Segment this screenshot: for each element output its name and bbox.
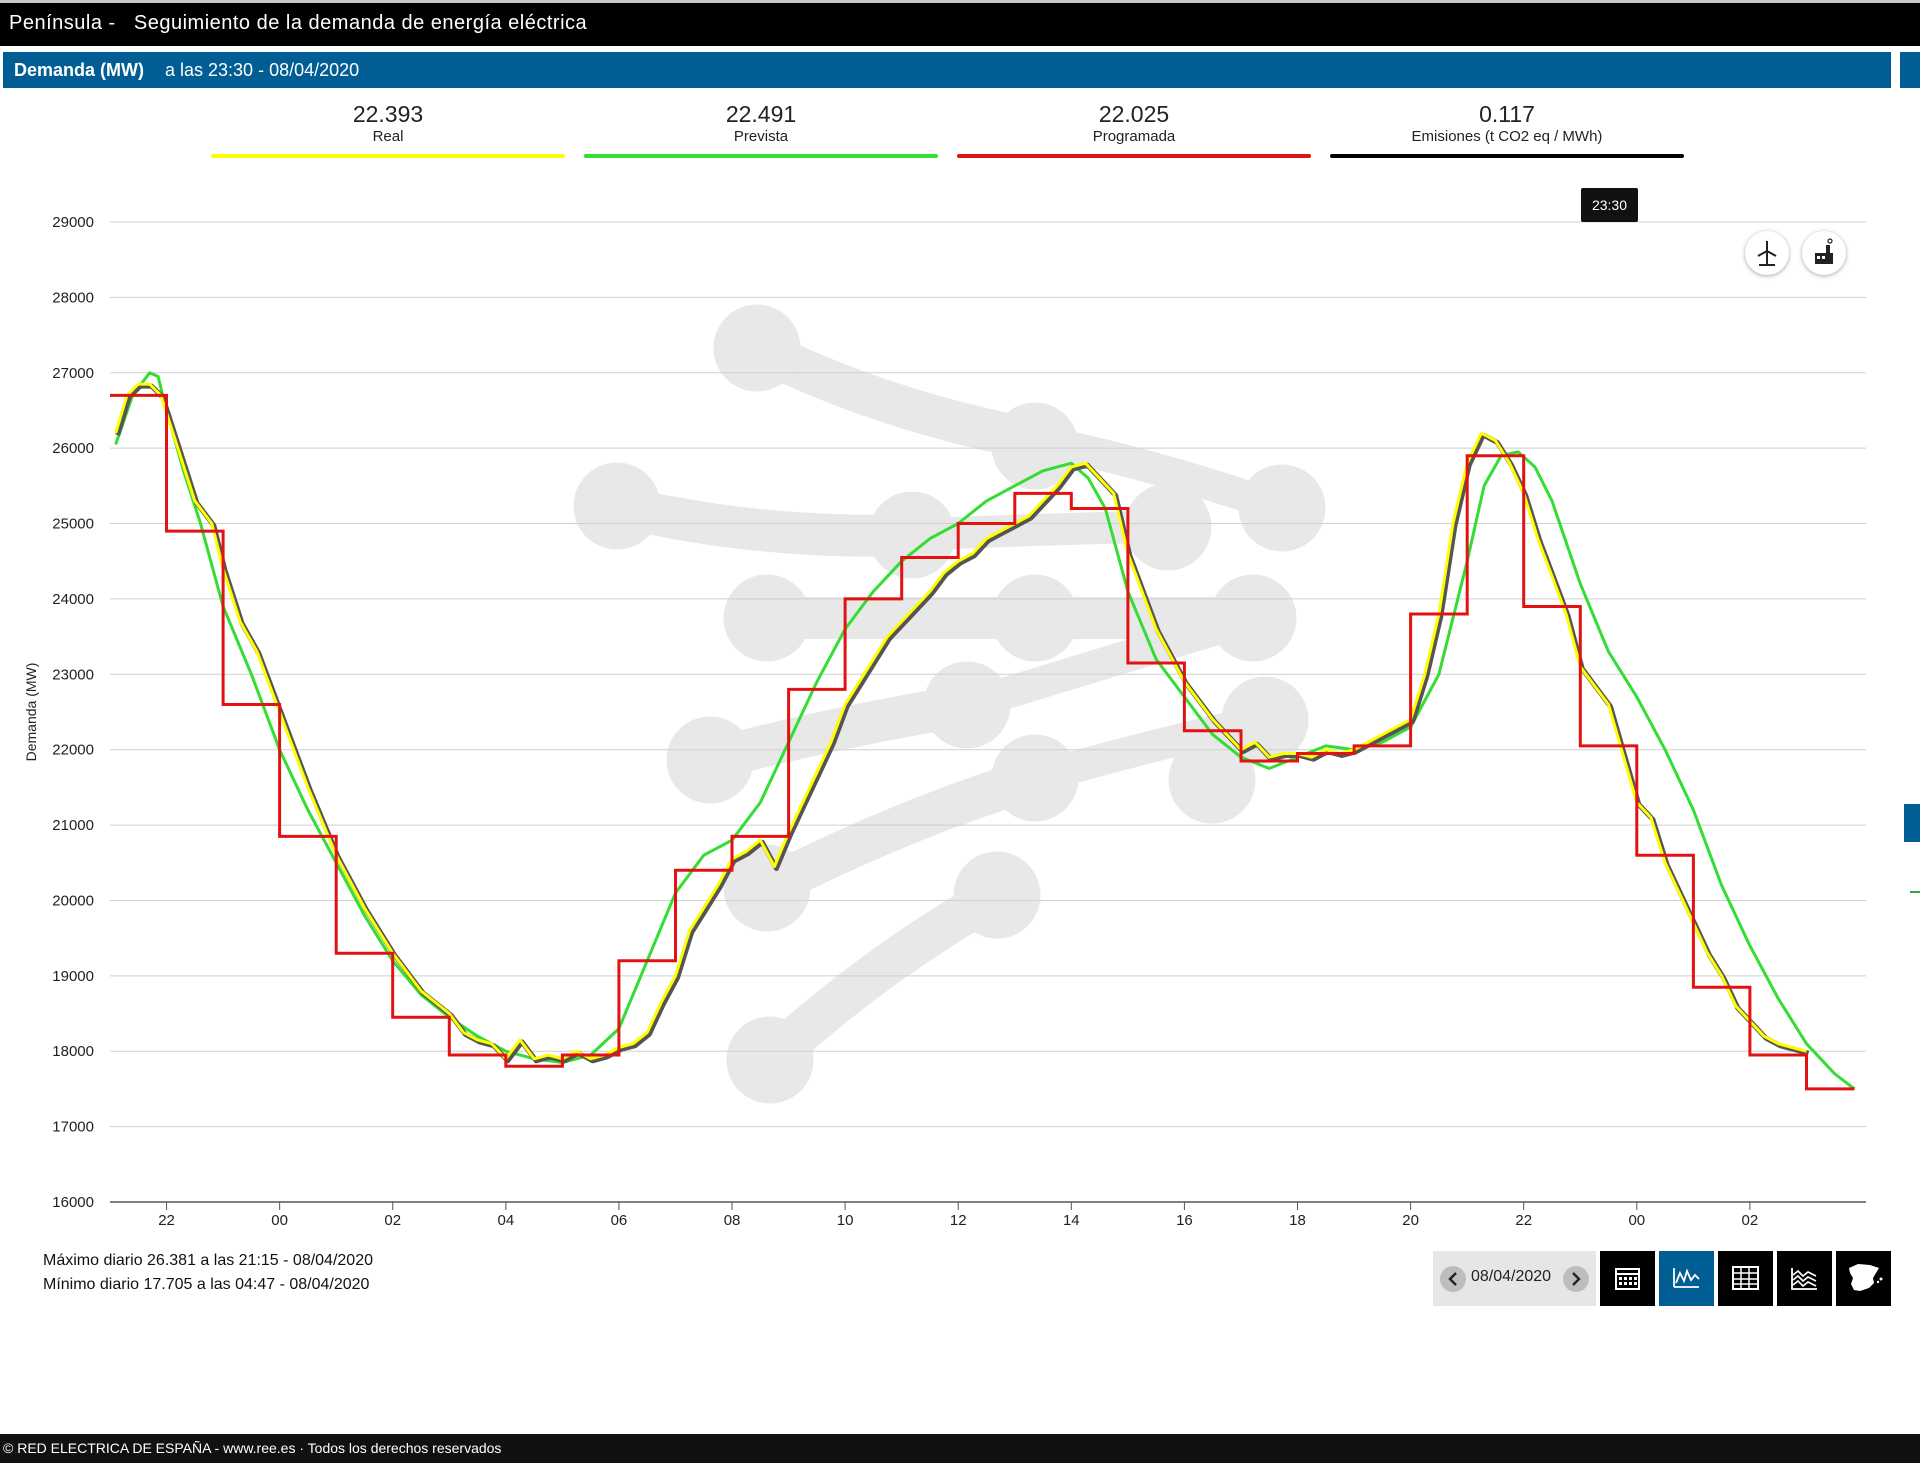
footer-copyright: © RED ELECTRICA DE ESPAÑA - www.ree.es ·… — [3, 1440, 502, 1456]
daily-min: Mínimo diario 17.705 a las 04:47 - 08/04… — [43, 1276, 370, 1293]
x-tick-label: 02 — [384, 1212, 401, 1229]
side-panel-tab[interactable] — [1904, 804, 1920, 842]
table-icon — [1732, 1266, 1759, 1290]
y-tick-label: 28000 — [52, 289, 94, 306]
y-tick-label: 27000 — [52, 365, 94, 382]
x-tick-label: 08 — [724, 1212, 741, 1229]
current-date[interactable]: 08/04/2020 — [1471, 1268, 1551, 1286]
y-tick-label: 18000 — [52, 1043, 94, 1060]
x-tick-label: 06 — [611, 1212, 628, 1229]
calendar-button[interactable] — [1600, 1251, 1655, 1306]
daily-max: Máximo diario 26.381 a las 21:15 - 08/04… — [43, 1252, 373, 1269]
area-chart-view-button[interactable] — [1777, 1251, 1832, 1306]
next-date-button[interactable] — [1563, 1266, 1589, 1292]
y-tick-label: 26000 — [52, 440, 94, 457]
x-tick-label: 16 — [1176, 1212, 1193, 1229]
table-view-button[interactable] — [1718, 1251, 1773, 1306]
y-tick-label: 17000 — [52, 1119, 94, 1136]
y-tick-label: 16000 — [52, 1194, 94, 1211]
x-tick-label: 04 — [497, 1212, 514, 1229]
calendar-icon — [1615, 1268, 1640, 1290]
x-tick-label: 18 — [1289, 1212, 1306, 1229]
x-tick-label: 00 — [1628, 1212, 1645, 1229]
x-tick-label: 14 — [1063, 1212, 1080, 1229]
y-axis-label: Demanda (MW) — [23, 663, 39, 762]
x-tick-label: 02 — [1742, 1212, 1759, 1229]
x-tick-label: 22 — [158, 1212, 175, 1229]
y-tick-label: 20000 — [52, 892, 94, 909]
prev-date-button[interactable] — [1440, 1266, 1466, 1292]
y-tick-label: 25000 — [52, 516, 94, 533]
line-chart-icon — [1673, 1245, 1700, 1288]
x-tick-label: 10 — [837, 1212, 854, 1229]
line-chart-view-button[interactable] — [1659, 1245, 1714, 1306]
y-tick-label: 29000 — [52, 214, 94, 231]
hover-tooltip: 23:30 — [1581, 188, 1638, 222]
chevron-left-icon — [1448, 1272, 1457, 1286]
wind-generation-button[interactable] — [1745, 231, 1789, 275]
footer-bar: © RED ELECTRICA DE ESPAÑA - www.ree.es ·… — [0, 1434, 1920, 1463]
x-axis-ticks: 22 00 02 04 06 08 10 12 14 16 18 20 22 00 02 — [158, 1202, 1758, 1229]
side-legend-mark — [1910, 891, 1920, 893]
conventional-generation-button[interactable] — [1802, 231, 1846, 275]
date-selector: 08/04/2020 — [1433, 1251, 1596, 1306]
ree-watermark-logo — [573, 304, 1326, 1104]
spain-map-icon — [1849, 1264, 1883, 1291]
x-tick-label: 12 — [950, 1212, 967, 1229]
map-view-button[interactable] — [1836, 1251, 1891, 1306]
y-tick-label: 22000 — [52, 742, 94, 759]
x-tick-label: 20 — [1402, 1212, 1419, 1229]
wind-turbine-icon — [1757, 241, 1777, 266]
area-chart-icon — [1791, 1268, 1817, 1290]
y-axis-ticks: 16000 17000 18000 19000 20000 21000 22000 23000… — [52, 214, 94, 1211]
y-tick-label: 23000 — [52, 666, 94, 683]
y-tick-label: 21000 — [52, 817, 94, 834]
y-tick-label: 24000 — [52, 591, 94, 608]
x-tick-label: 00 — [271, 1212, 288, 1229]
factory-icon — [1815, 238, 1833, 264]
chevron-right-icon — [1572, 1272, 1581, 1286]
x-tick-label: 22 — [1515, 1212, 1532, 1229]
y-tick-label: 19000 — [52, 968, 94, 985]
